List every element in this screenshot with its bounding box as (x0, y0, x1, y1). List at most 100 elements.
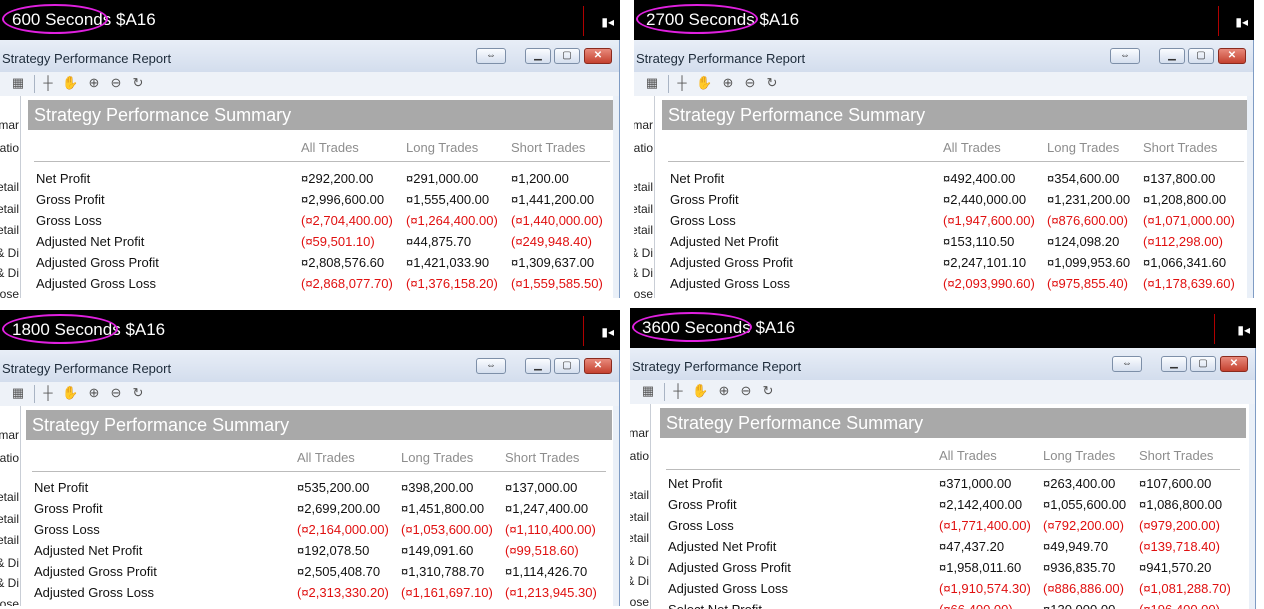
sidebar-item[interactable]: & Di (0, 266, 19, 280)
metric-value: ¤1,555,400.00 (406, 192, 490, 207)
sidebar-item[interactable]: & Di (0, 576, 19, 590)
pan-hand-icon[interactable]: ✋ (692, 383, 708, 399)
zoom-in-icon[interactable]: ⊕ (86, 385, 102, 401)
sidebar-item[interactable]: mar (634, 118, 653, 132)
metric-value: (¤1,559,585.50) (511, 276, 603, 291)
sidebar-item[interactable]: etail (634, 202, 653, 216)
report-window: Strategy Performance Report ⇔ ▁ ▢ ✕ ▦ ┼ ✋ ⊕ ⊖ ↻ mar… (630, 348, 1256, 609)
restore-button[interactable]: ⇔ (1110, 48, 1140, 64)
sidebar-item[interactable]: mar (0, 118, 19, 132)
sidebar-item[interactable]: atio (630, 449, 649, 463)
sidebar-item[interactable]: & Di (630, 554, 649, 568)
metric-value: ¤2,808,576.60 (301, 255, 385, 270)
metric-label: Gross Profit (668, 497, 737, 512)
sidebar-item[interactable]: & Di (0, 556, 19, 570)
sidebar-item[interactable]: etail (634, 180, 653, 194)
restore-button[interactable]: ⇔ (476, 48, 506, 64)
metric-value: ¤47,437.20 (939, 539, 1005, 554)
metric-value: (¤1,264,400.00) (406, 213, 498, 228)
toolbar-separator (34, 385, 35, 403)
sidebar-item[interactable]: etail (0, 223, 19, 237)
close-button[interactable]: ✕ (1218, 48, 1246, 64)
sidebar-item[interactable]: etail (630, 510, 649, 524)
panel-menu-icon[interactable]: ▮◂ (1237, 323, 1250, 337)
metric-value: (¤1,110,400.00) (505, 522, 596, 537)
sidebar-item[interactable]: mar (630, 426, 649, 440)
sidebar-item[interactable]: etail (0, 490, 19, 504)
crosshair-icon[interactable]: ┼ (670, 383, 686, 399)
maximize-button[interactable]: ▢ (554, 358, 580, 374)
metric-label: Adjusted Net Profit (670, 234, 779, 249)
metric-value: ¤192,078.50 (297, 543, 370, 558)
restore-button[interactable]: ⇔ (1112, 356, 1142, 372)
sidebar-item[interactable]: etail (634, 223, 653, 237)
restore-button[interactable]: ⇔ (476, 358, 506, 374)
sidebar-item[interactable]: & Di (634, 246, 653, 260)
sidebar-item[interactable]: atio (0, 141, 19, 155)
sidebar-item[interactable]: ose (0, 287, 19, 298)
close-button[interactable]: ✕ (1220, 356, 1248, 372)
pan-hand-icon[interactable]: ✋ (62, 385, 78, 401)
panel-menu-icon[interactable]: ▮◂ (601, 15, 614, 29)
reset-zoom-icon[interactable]: ↻ (130, 75, 146, 91)
table-view-icon[interactable]: ▦ (10, 385, 26, 401)
panel-menu-icon[interactable]: ▮◂ (601, 325, 614, 339)
minimize-button[interactable]: ▁ (525, 358, 551, 374)
minimize-button[interactable]: ▁ (1161, 356, 1187, 372)
zoom-out-icon[interactable]: ⊖ (738, 383, 754, 399)
metric-value: (¤979,200.00) (1139, 518, 1220, 533)
report-sidebar: mar atio etail etail etail & Di & Di ose (0, 406, 21, 606)
sidebar-item[interactable]: mar (0, 428, 19, 442)
crosshair-icon[interactable]: ┼ (40, 385, 56, 401)
reset-zoom-icon[interactable]: ↻ (764, 75, 780, 91)
zoom-out-icon[interactable]: ⊖ (108, 385, 124, 401)
metric-value: ¤1,099,953.60 (1047, 255, 1131, 270)
sidebar-item[interactable]: atio (634, 141, 653, 155)
sidebar-item[interactable]: etail (0, 202, 19, 216)
table-view-icon[interactable]: ▦ (10, 75, 26, 91)
crosshair-icon[interactable]: ┼ (40, 75, 56, 91)
close-button[interactable]: ✕ (584, 48, 612, 64)
reset-zoom-icon[interactable]: ↻ (130, 385, 146, 401)
sidebar-item[interactable]: etail (0, 533, 19, 547)
pan-hand-icon[interactable]: ✋ (62, 75, 78, 91)
sidebar-item[interactable]: ose (630, 595, 649, 609)
zoom-out-icon[interactable]: ⊖ (742, 75, 758, 91)
panel-menu-icon[interactable]: ▮◂ (1235, 15, 1248, 29)
maximize-button[interactable]: ▢ (1190, 356, 1216, 372)
zoom-in-icon[interactable]: ⊕ (86, 75, 102, 91)
maximize-button[interactable]: ▢ (554, 48, 580, 64)
sidebar-item[interactable]: etail (630, 488, 649, 502)
summary-header: Strategy Performance Summary (662, 100, 1247, 130)
close-button[interactable]: ✕ (584, 358, 612, 374)
metric-value: ¤1,208,800.00 (1143, 192, 1227, 207)
zoom-in-icon[interactable]: ⊕ (716, 383, 732, 399)
sidebar-item[interactable]: atio (0, 451, 19, 465)
pan-hand-icon[interactable]: ✋ (696, 75, 712, 91)
table-view-icon[interactable]: ▦ (640, 383, 656, 399)
reset-zoom-icon[interactable]: ↻ (760, 383, 776, 399)
table-view-icon[interactable]: ▦ (644, 75, 660, 91)
metric-value: ¤1,309,637.00 (511, 255, 595, 270)
report-toolbar: ▦ ┼ ✋ ⊕ ⊖ ↻ (0, 382, 619, 406)
chart-title-bar: 2700 Seconds $A16 ▮◂ (634, 0, 1254, 40)
maximize-button[interactable]: ▢ (1188, 48, 1214, 64)
sidebar-item[interactable]: etail (630, 531, 649, 545)
metric-label: Gross Profit (36, 192, 105, 207)
metric-value: (¤66,400.00) (939, 602, 1013, 609)
zoom-in-icon[interactable]: ⊕ (720, 75, 736, 91)
sidebar-item[interactable]: ose (634, 287, 653, 298)
highlight-oval (2, 4, 108, 34)
zoom-out-icon[interactable]: ⊖ (108, 75, 124, 91)
chart-title-bar: 1800 Seconds $A16 ▮◂ (0, 310, 620, 350)
sidebar-item[interactable]: & Di (630, 574, 649, 588)
crosshair-icon[interactable]: ┼ (674, 75, 690, 91)
minimize-button[interactable]: ▁ (1159, 48, 1185, 64)
sidebar-item[interactable]: & Di (634, 266, 653, 280)
sidebar-item[interactable]: ose (0, 597, 19, 606)
sidebar-item[interactable]: & Di (0, 246, 19, 260)
minimize-button[interactable]: ▁ (525, 48, 551, 64)
sidebar-item[interactable]: etail (0, 512, 19, 526)
sidebar-item[interactable]: etail (0, 180, 19, 194)
window-title: Strategy Performance Report (632, 359, 802, 374)
